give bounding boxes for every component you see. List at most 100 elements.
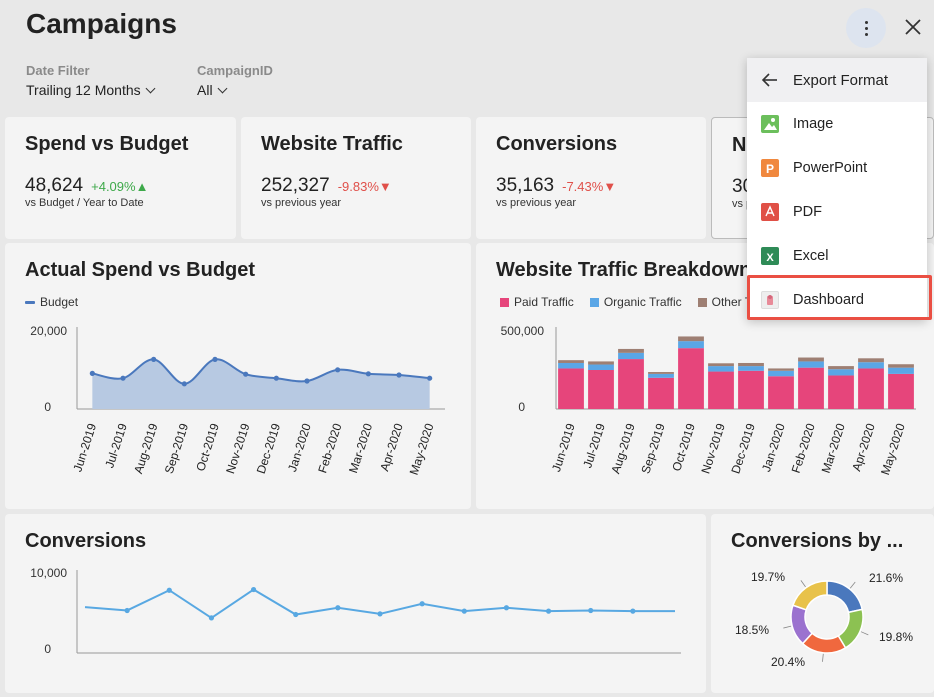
data-point — [151, 356, 157, 362]
excel-icon: X — [761, 247, 779, 265]
data-point — [212, 356, 218, 362]
data-point — [427, 375, 433, 381]
x-tick-label: Aug-2019 — [608, 421, 637, 475]
kpi-card-spend[interactable]: Spend vs Budget 48,624 +4.09%▲ vs Budget… — [5, 117, 236, 239]
chevron-down-icon — [217, 83, 228, 93]
y-tick-label: 0 — [44, 400, 51, 414]
label-leader — [783, 625, 792, 629]
export-image-item[interactable]: Image — [747, 102, 927, 146]
bar-segment — [708, 371, 734, 409]
x-tick-label: Jul-2019 — [102, 421, 130, 469]
data-point — [630, 608, 636, 614]
data-point — [588, 607, 594, 614]
y-tick-label: 10,000 — [30, 566, 67, 580]
data-point — [166, 587, 172, 593]
x-tick-label: Nov-2019 — [223, 421, 252, 475]
bar-segment — [768, 368, 794, 371]
close-icon[interactable] — [900, 14, 926, 40]
x-tick-label: May-2020 — [407, 421, 437, 476]
spend-chart-card[interactable]: Actual Spend vs Budget Budget 20,000 0 J… — [5, 243, 471, 509]
campaignid-filter[interactable]: CampaignID All — [197, 63, 273, 98]
data-point — [365, 371, 371, 377]
kpi-title: Spend vs Budget — [25, 133, 189, 155]
kpi-subtitle: vs previous year — [261, 197, 342, 209]
label-leader — [849, 581, 856, 589]
x-tick-label: Oct-2019 — [669, 421, 698, 473]
x-tick-label: Sep-2019 — [638, 421, 667, 475]
x-tick-label: Mar-2020 — [819, 421, 848, 474]
slice-label: 19.8% — [879, 630, 913, 644]
kpi-title: Conversions — [496, 133, 618, 155]
conversions-pie-card[interactable]: Conversions by ... 21.6% 19.8% 20.4% 18.5% 1… — [711, 514, 934, 693]
kpi-value: 252,327 — [261, 175, 330, 196]
data-point — [377, 611, 383, 617]
slice-label: 20.4% — [771, 655, 805, 669]
conversions-chart-card[interactable]: Conversions 10,000 0 — [5, 514, 706, 693]
date-filter-value: Trailing 12 Months — [26, 82, 141, 98]
kpi-card-conversions[interactable]: Conversions 35,163 -7.43%▼ vs previous y… — [476, 117, 706, 239]
export-menu-header[interactable]: Export Format — [747, 58, 927, 102]
export-powerpoint-item[interactable]: P PowerPoint — [747, 146, 927, 190]
date-filter-label: Date Filter — [26, 63, 90, 78]
data-point — [250, 586, 257, 593]
x-tick-label: Aug-2019 — [131, 421, 160, 475]
label-leader — [860, 631, 869, 636]
x-tick-label: Nov-2019 — [698, 421, 727, 475]
x-tick-label: Oct-2019 — [193, 421, 222, 473]
bar-segment — [798, 361, 824, 368]
bar-segment — [588, 361, 614, 365]
bar-segment — [888, 373, 914, 409]
kpi-delta: -7.43% — [562, 179, 604, 194]
bar-segment — [588, 370, 614, 409]
data-point — [243, 371, 249, 377]
more-options-button[interactable] — [846, 8, 886, 48]
back-arrow-icon[interactable] — [761, 71, 779, 89]
bar-segment — [678, 348, 704, 409]
bar-segment — [828, 369, 854, 376]
bar-segment — [618, 348, 644, 353]
label-leader — [822, 653, 824, 662]
image-icon — [761, 115, 779, 133]
spend-chart: 20,000 0 Jun-2019 Jul-2019 Aug-2019 Sep-201… — [30, 324, 445, 477]
bar-segment — [828, 366, 854, 370]
kpi-card-traffic[interactable]: Website Traffic 252,327 -9.83%▼ vs previ… — [241, 117, 471, 239]
bar-segment — [648, 377, 674, 409]
export-pdf-item[interactable]: PDF — [747, 190, 927, 234]
bar-segment — [558, 368, 584, 409]
svg-text:X: X — [766, 252, 774, 264]
y-tick-label: 20,000 — [30, 324, 67, 338]
bar-segment — [708, 363, 734, 367]
pdf-icon — [761, 203, 779, 221]
kpi-subtitle: vs previous year — [496, 197, 577, 209]
conversions-pie-chart: 21.6% 19.8% 20.4% 18.5% 19.7% — [735, 570, 913, 669]
down-arrow-icon: ▼ — [603, 179, 617, 194]
bar-segment — [678, 341, 704, 349]
date-filter[interactable]: Date Filter Trailing 12 Months — [26, 63, 156, 98]
area-fill — [92, 359, 430, 409]
data-point — [304, 378, 310, 384]
data-point — [396, 372, 402, 378]
bar-segment — [588, 364, 614, 370]
x-tick-label: Jan-2020 — [285, 421, 314, 473]
data-point — [461, 608, 467, 614]
data-point — [335, 605, 341, 611]
y-tick-label: 0 — [44, 642, 51, 656]
down-arrow-icon: ▼ — [378, 179, 392, 194]
bar-segment — [738, 366, 764, 371]
page-title: Campaigns — [26, 8, 177, 39]
data-point — [335, 367, 341, 373]
pie-slice — [792, 580, 828, 611]
x-tick-label: Apr-2020 — [849, 421, 878, 473]
label-leader — [800, 580, 806, 588]
bar-segment — [858, 358, 884, 363]
bar-segment — [738, 362, 764, 367]
export-excel-item[interactable]: X Excel — [747, 234, 927, 278]
data-point — [503, 605, 510, 611]
kpi-value: 48,624 — [25, 175, 84, 196]
bar-segment — [618, 359, 644, 409]
data-point — [208, 615, 215, 621]
slice-label: 19.7% — [751, 570, 785, 584]
bar-segment — [888, 364, 914, 368]
kpi-title: Website Traffic — [261, 133, 403, 155]
x-tick-label: May-2020 — [878, 421, 908, 476]
